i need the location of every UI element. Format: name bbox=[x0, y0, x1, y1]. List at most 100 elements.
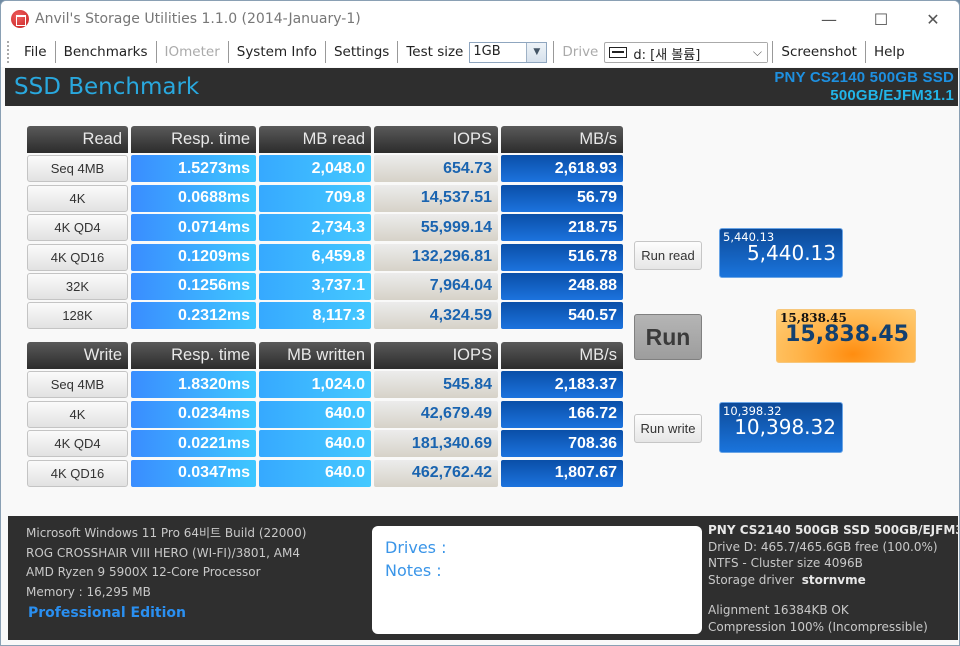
table-row: 4K QD16 0.0347ms 640.0 462,762.42 1,807.… bbox=[27, 459, 626, 489]
iops-cell: 132,296.81 bbox=[374, 243, 498, 271]
iops-cell: 181,340.69 bbox=[374, 430, 498, 458]
app-logo-icon bbox=[11, 10, 29, 28]
mb-cell: 640.0 bbox=[259, 430, 371, 458]
memory-info: Memory : 16,295 MB bbox=[26, 584, 151, 599]
menu-system-info[interactable]: System Info bbox=[229, 44, 325, 60]
write-score: 10,398.32 10,398.32 bbox=[719, 402, 843, 453]
benchmark-header: SSD Benchmark PNY CS2140 500GB SSD 500GB… bbox=[5, 68, 958, 106]
mbs-cell: 166.72 bbox=[501, 400, 623, 428]
read-score-value: 5,440.13 bbox=[746, 241, 836, 265]
resp-time-cell: 0.0714ms bbox=[131, 214, 256, 242]
resp-time-cell: 0.2312ms bbox=[131, 302, 256, 330]
mbs-cell: 248.88 bbox=[501, 272, 623, 300]
drive-info-model: PNY CS2140 500GB SSD 500GB/EJFM31 bbox=[708, 523, 960, 537]
mbs-cell: 540.57 bbox=[501, 302, 623, 330]
chevron-down-icon[interactable]: ⌵ bbox=[747, 42, 768, 62]
drive-select[interactable]: d: [새 볼륨] ⌵ bbox=[604, 41, 769, 63]
table-row: 4K QD4 0.0221ms 640.0 181,340.69 708.36 bbox=[27, 430, 626, 459]
resp-time-cell: 1.5273ms bbox=[131, 155, 256, 183]
table-row: Seq 4MB 1.8320ms 1,024.0 545.84 2,183.37 bbox=[27, 371, 626, 400]
close-button[interactable]: ✕ bbox=[907, 1, 959, 37]
drive-info-compression: Compression 100% (Incompressible) bbox=[708, 619, 928, 634]
drive-info-fs: NTFS - Cluster size 4096B bbox=[708, 556, 863, 570]
iops-cell: 55,999.14 bbox=[374, 214, 498, 242]
total-score: 15,838.45 15,838.45 bbox=[776, 309, 916, 363]
mb-cell: 709.8 bbox=[259, 184, 371, 212]
run-test-button[interactable]: 4K QD16 bbox=[27, 243, 128, 271]
resp-time-cell: 0.0347ms bbox=[131, 459, 256, 487]
drive-model: PNY CS2140 500GB SSD bbox=[774, 69, 954, 86]
run-read-button[interactable]: Run read bbox=[634, 241, 702, 270]
menu-benchmarks[interactable]: Benchmarks bbox=[56, 44, 156, 60]
iops-cell: 14,537.51 bbox=[374, 184, 498, 212]
driver-value: stornvme bbox=[801, 572, 866, 587]
table-row: 128K 0.2312ms 8,117.3 4,324.59 540.57 bbox=[27, 302, 626, 331]
mb-cell: 640.0 bbox=[259, 400, 371, 428]
table-row: 4K QD16 0.1209ms 6,459.8 132,296.81 516.… bbox=[27, 243, 626, 273]
run-test-button[interactable]: 4K QD16 bbox=[27, 459, 128, 487]
mbs-cell: 708.36 bbox=[501, 430, 623, 458]
mb-cell: 3,737.1 bbox=[259, 272, 371, 300]
mbs-cell: 56.79 bbox=[501, 184, 623, 212]
table-row: Seq 4MB 1.5273ms 2,048.0 654.73 2,618.93 bbox=[27, 155, 626, 184]
mb-cell: 2,048.0 bbox=[259, 155, 371, 183]
table-row: 32K 0.1256ms 3,737.1 7,964.04 248.88 bbox=[27, 272, 626, 302]
drive-label: Drive bbox=[562, 44, 599, 60]
os-info: Microsoft Windows 11 Pro 64비트 Build (220… bbox=[26, 526, 307, 540]
run-test-button[interactable]: 4K bbox=[27, 184, 128, 212]
cpu-info: AMD Ryzen 9 5900X 12-Core Processor bbox=[26, 565, 261, 580]
iops-cell: 42,679.49 bbox=[374, 400, 498, 428]
mbs-cell: 516.78 bbox=[501, 243, 623, 271]
run-button[interactable]: Run bbox=[634, 314, 702, 360]
mb-cell: 8,117.3 bbox=[259, 302, 371, 330]
toolbar-grip[interactable] bbox=[7, 41, 10, 63]
menu-settings[interactable]: Settings bbox=[326, 44, 397, 60]
mbs-cell: 2,618.93 bbox=[501, 155, 623, 183]
iops-cell: 545.84 bbox=[374, 371, 498, 399]
read-score: 5,440.13 5,440.13 bbox=[719, 228, 843, 278]
drive-value: d: [새 볼륨] bbox=[633, 47, 701, 63]
notes-panel[interactable]: Drives : Notes : bbox=[372, 526, 702, 634]
table-header-row: Read Resp. time MB read IOPS MB/s bbox=[27, 126, 626, 155]
column-header: IOPS bbox=[374, 126, 498, 153]
run-test-button[interactable]: Seq 4MB bbox=[27, 371, 128, 399]
write-score-value: 10,398.32 bbox=[734, 415, 836, 439]
motherboard-info: ROG CROSSHAIR VIII HERO (WI-FI)/3801, AM… bbox=[26, 545, 301, 560]
table-row: 4K 0.0234ms 640.0 42,679.49 166.72 bbox=[27, 400, 626, 430]
run-test-button[interactable]: Seq 4MB bbox=[27, 155, 128, 183]
column-header: MB/s bbox=[501, 342, 623, 369]
mb-cell: 640.0 bbox=[259, 459, 371, 487]
drive-info: PNY CS2140 500GB SSD 500GB/EJFM31 Drive … bbox=[708, 522, 960, 635]
app-window: Anvil's Storage Utilities 1.1.0 (2014-Ja… bbox=[0, 0, 960, 646]
iops-cell: 462,762.42 bbox=[374, 459, 498, 487]
run-test-button[interactable]: 4K QD4 bbox=[27, 430, 128, 458]
run-write-button[interactable]: Run write bbox=[634, 414, 702, 443]
minimize-button[interactable]: — bbox=[803, 1, 855, 37]
resp-time-cell: 0.1209ms bbox=[131, 243, 256, 271]
menu-iometer[interactable]: IOmeter bbox=[157, 44, 228, 60]
run-test-button[interactable]: 128K bbox=[27, 302, 128, 330]
read-results-table: Read Resp. time MB read IOPS MB/s Seq 4M… bbox=[27, 126, 626, 332]
menu-file[interactable]: File bbox=[16, 44, 55, 60]
table-row: 4K QD4 0.0714ms 2,734.3 55,999.14 218.75 bbox=[27, 214, 626, 243]
drive-info-space: Drive D: 465.7/465.6GB free (100.0%) bbox=[708, 539, 938, 554]
menu-screenshot[interactable]: Screenshot bbox=[773, 44, 865, 60]
edition-label: Professional Edition bbox=[28, 605, 186, 621]
test-size-select[interactable]: 1GB ▼ bbox=[469, 41, 548, 63]
system-info: Microsoft Windows 11 Pro 64비트 Build (220… bbox=[26, 524, 306, 602]
resp-time-cell: 0.1256ms bbox=[131, 272, 256, 300]
header-drive-name: PNY CS2140 500GB SSD 500GB/EJFM31.1 bbox=[774, 69, 954, 105]
dropdown-arrow-icon[interactable]: ▼ bbox=[526, 42, 547, 62]
run-test-button[interactable]: 32K bbox=[27, 272, 128, 300]
menu-help[interactable]: Help bbox=[866, 44, 913, 60]
resp-time-cell: 0.0688ms bbox=[131, 184, 256, 212]
notes-label: Notes : bbox=[385, 561, 442, 580]
run-test-button[interactable]: 4K bbox=[27, 400, 128, 428]
menu-bar: File Benchmarks IOmeter System Info Sett… bbox=[1, 37, 959, 67]
iops-cell: 654.73 bbox=[374, 155, 498, 183]
test-size-label: Test size bbox=[406, 44, 464, 60]
maximize-button[interactable]: ☐ bbox=[855, 1, 907, 37]
column-header: Write bbox=[27, 342, 128, 369]
run-test-button[interactable]: 4K QD4 bbox=[27, 214, 128, 242]
page-title: SSD Benchmark bbox=[14, 74, 200, 100]
